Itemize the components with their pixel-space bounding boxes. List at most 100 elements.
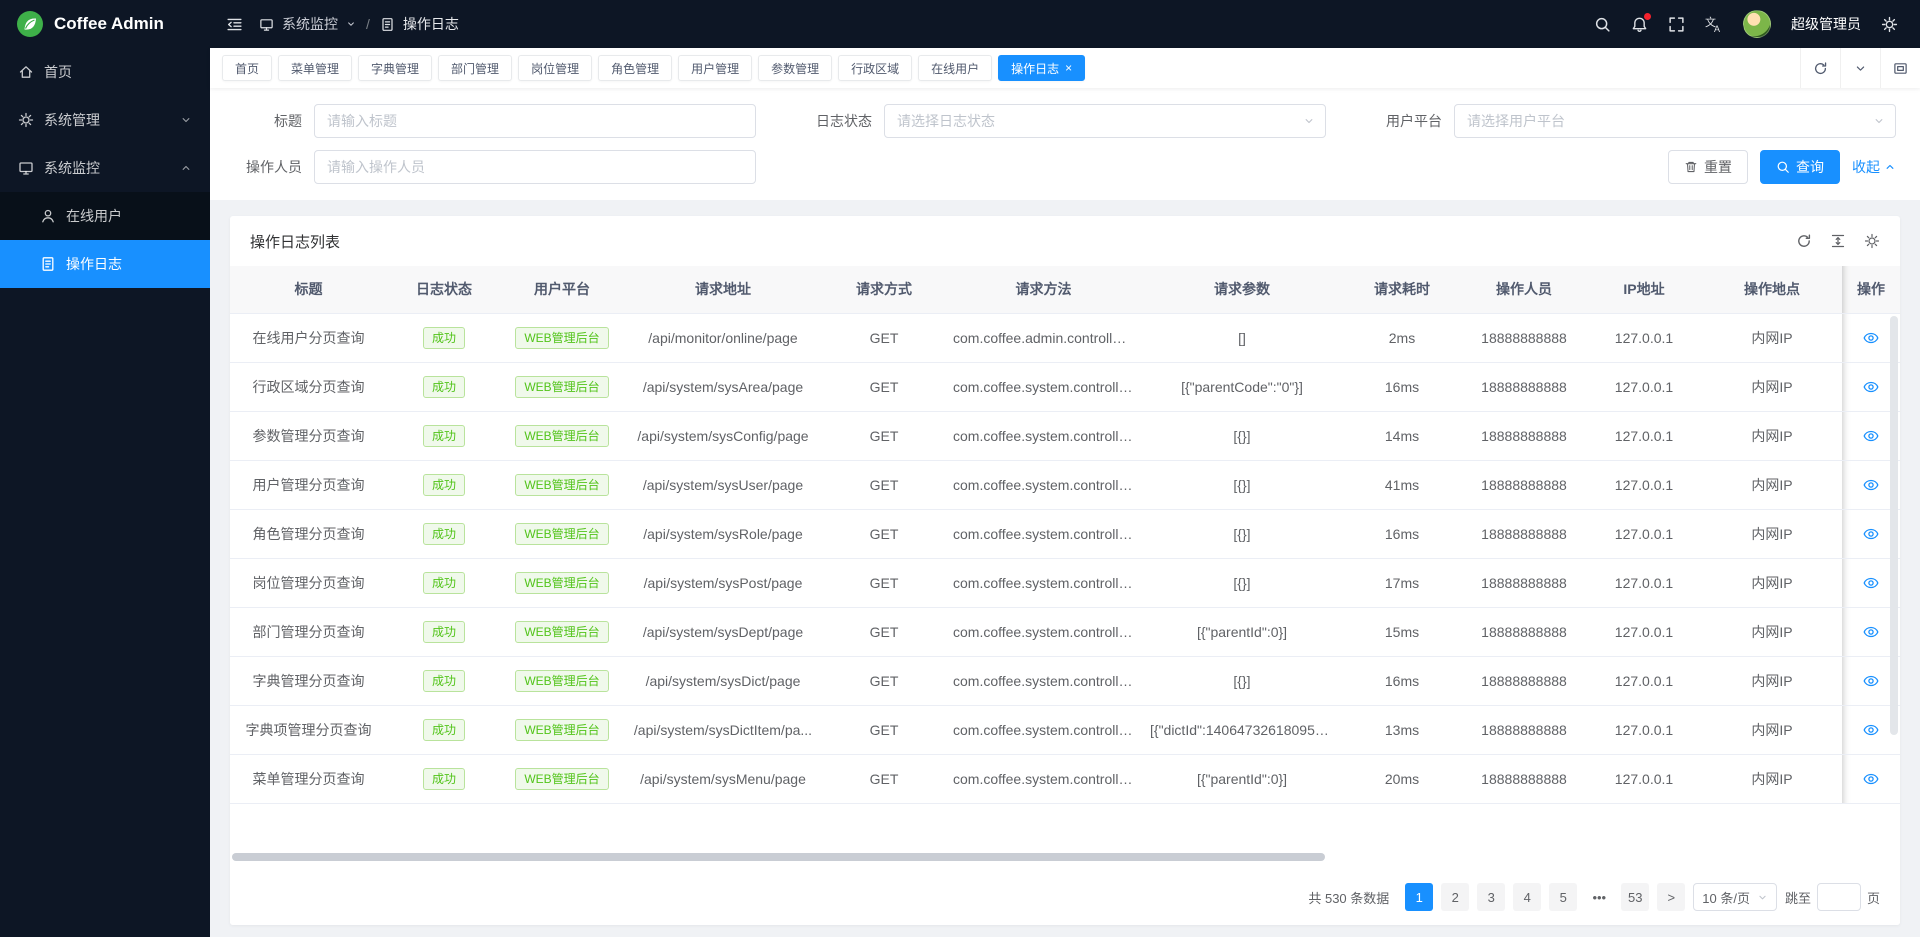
vertical-scrollbar[interactable] (1890, 316, 1898, 803)
cell-duration: 17ms (1342, 558, 1462, 607)
sidebar-item-system-mgmt[interactable]: 系统管理 (0, 96, 210, 144)
view-detail-icon[interactable] (1863, 379, 1879, 395)
column-height-icon[interactable] (1830, 233, 1846, 249)
refresh-table-icon[interactable] (1796, 233, 1812, 249)
cell-request-url: /api/system/sysDictItem/pa... (623, 705, 823, 754)
tab-8[interactable]: 参数管理 (758, 55, 832, 81)
reset-button-label: 重置 (1704, 157, 1732, 177)
collapse-filter-label: 收起 (1852, 157, 1880, 177)
chevron-down-icon (1757, 892, 1768, 903)
reset-button[interactable]: 重置 (1668, 150, 1748, 184)
tab-1[interactable]: 首页 (222, 55, 272, 81)
cell-request-method: GET (823, 460, 945, 509)
cell-params: [] (1142, 313, 1342, 362)
tab-9[interactable]: 行政区域 (838, 55, 912, 81)
table-row: 用户管理分页查询成功WEB管理后台/api/system/sysUser/pag… (230, 460, 1900, 509)
page-button-2[interactable]: 2 (1441, 883, 1469, 911)
table-row: 参数管理分页查询成功WEB管理后台/api/system/sysConfig/p… (230, 411, 1900, 460)
sidebar-item-system-monitor[interactable]: 系统监控 (0, 144, 210, 192)
view-detail-icon[interactable] (1863, 722, 1879, 738)
gear-icon (18, 112, 34, 128)
translate-icon[interactable]: 文A (1705, 15, 1723, 33)
page-button-53[interactable]: 53 (1621, 883, 1649, 911)
cell-handler: com.coffee.system.controlle... (945, 754, 1142, 803)
collapse-filter-link[interactable]: 收起 (1852, 157, 1896, 177)
platform-filter-select[interactable]: 请选择用户平台 (1454, 104, 1896, 138)
cell-operator: 18888888888 (1462, 754, 1586, 803)
operator-filter-input[interactable] (327, 159, 743, 175)
breadcrumb-current: 操作日志 (403, 14, 459, 34)
cell-location: 内网IP (1702, 411, 1842, 460)
view-detail-icon[interactable] (1863, 575, 1879, 591)
cell-handler: com.coffee.system.controlle... (945, 607, 1142, 656)
cell-operator: 18888888888 (1462, 313, 1586, 362)
platform-tag: WEB管理后台 (515, 474, 608, 496)
table-body: 在线用户分页查询成功WEB管理后台/api/monitor/online/pag… (230, 313, 1900, 803)
page-button-3[interactable]: 3 (1477, 883, 1505, 911)
cell-location: 内网IP (1702, 362, 1842, 411)
document-icon (380, 17, 395, 32)
column-settings-gear-icon[interactable] (1864, 233, 1880, 249)
filter-panel: 标题 日志状态 请选择日志状态 用户平台 请选择用户平台 (210, 88, 1920, 200)
page-button-4[interactable]: 4 (1513, 883, 1541, 911)
page-button-5[interactable]: 5 (1549, 883, 1577, 911)
fullscreen-icon[interactable] (1668, 16, 1685, 33)
view-detail-icon[interactable] (1863, 526, 1879, 542)
cell-params: [{}] (1142, 656, 1342, 705)
tab-close-icon[interactable]: × (1065, 62, 1072, 74)
cell-request-url: /api/system/sysDict/page (623, 656, 823, 705)
sidebar-item-online-users[interactable]: 在线用户 (0, 192, 210, 240)
cell-operator: 18888888888 (1462, 509, 1586, 558)
sidebar-item-op-logs[interactable]: 操作日志 (0, 240, 210, 288)
status-filter-select[interactable]: 请选择日志状态 (884, 104, 1326, 138)
chevron-up-icon (180, 162, 192, 174)
cell-request-method: GET (823, 509, 945, 558)
username[interactable]: 超级管理员 (1791, 14, 1861, 34)
page-button-1[interactable]: 1 (1405, 883, 1433, 911)
tab-label: 字典管理 (371, 60, 419, 77)
view-detail-icon[interactable] (1863, 771, 1879, 787)
notifications-bell-icon[interactable] (1631, 16, 1648, 33)
notification-dot (1644, 13, 1651, 20)
tab-actions-chevron-icon[interactable] (1840, 48, 1880, 88)
sidebar-item-home[interactable]: 首页 (0, 48, 210, 96)
title-filter-input[interactable] (327, 113, 743, 129)
tab-label: 角色管理 (611, 60, 659, 77)
refresh-page-icon[interactable] (1800, 48, 1840, 88)
tab-5[interactable]: 岗位管理 (518, 55, 592, 81)
next-page-button[interactable]: > (1657, 883, 1685, 911)
sidebar-item-label: 系统管理 (44, 110, 100, 130)
tab-4[interactable]: 部门管理 (438, 55, 512, 81)
column-header: 日志状态 (387, 266, 501, 313)
cell-title: 在线用户分页查询 (230, 313, 387, 362)
view-detail-icon[interactable] (1863, 330, 1879, 346)
view-detail-icon[interactable] (1863, 673, 1879, 689)
cell-request-method: GET (823, 313, 945, 362)
settings-gear-icon[interactable] (1881, 16, 1898, 33)
avatar[interactable] (1743, 10, 1771, 38)
cell-request-url: /api/system/sysMenu/page (623, 754, 823, 803)
horizontal-scrollbar[interactable] (232, 853, 1888, 861)
tab-2[interactable]: 菜单管理 (278, 55, 352, 81)
query-button[interactable]: 查询 (1760, 150, 1840, 184)
tab-label: 操作日志 (1011, 60, 1059, 77)
jump-page-input[interactable] (1817, 883, 1861, 911)
page-size-select[interactable]: 10 条/页 (1693, 883, 1777, 911)
view-detail-icon[interactable] (1863, 477, 1879, 493)
search-icon[interactable] (1594, 16, 1611, 33)
tab-11[interactable]: 操作日志 × (998, 55, 1085, 81)
view-detail-icon[interactable] (1863, 428, 1879, 444)
tab-10[interactable]: 在线用户 (918, 55, 992, 81)
view-detail-icon[interactable] (1863, 624, 1879, 640)
cell-handler: com.coffee.system.controlle... (945, 411, 1142, 460)
column-header: 操作地点 (1702, 266, 1842, 313)
tab-7[interactable]: 用户管理 (678, 55, 752, 81)
tab-6[interactable]: 角色管理 (598, 55, 672, 81)
collapse-sidebar-icon[interactable] (226, 16, 243, 33)
breadcrumb-root[interactable]: 系统监控 (282, 14, 338, 34)
tab-3[interactable]: 字典管理 (358, 55, 432, 81)
vertical-scrollbar-thumb[interactable] (1890, 316, 1898, 735)
horizontal-scrollbar-thumb[interactable] (232, 853, 1325, 861)
cell-params: [{"parentCode":"0"}] (1142, 362, 1342, 411)
content-fullscreen-icon[interactable] (1880, 48, 1920, 88)
